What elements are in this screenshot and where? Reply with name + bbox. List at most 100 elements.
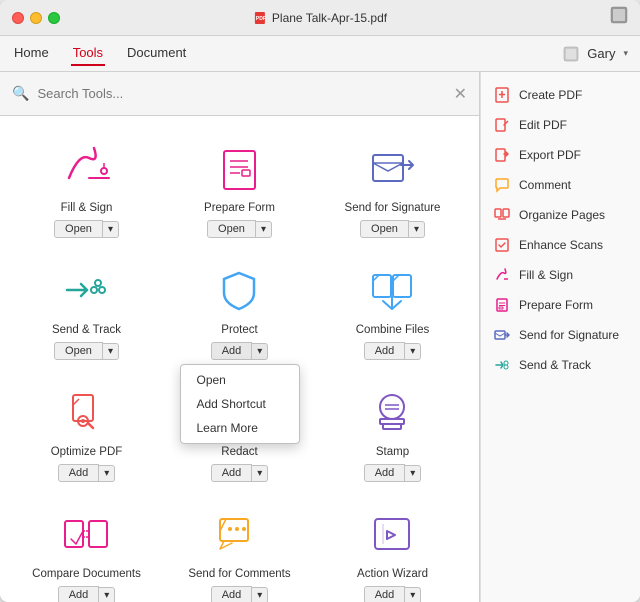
optimize-pdf-icon — [57, 382, 117, 442]
minimize-button[interactable] — [30, 12, 42, 24]
enhance-scans-label: Enhance Scans — [519, 238, 603, 252]
menu-home[interactable]: Home — [12, 41, 51, 66]
action-wizard-icon — [363, 504, 423, 564]
optimize-pdf-label: Optimize PDF — [51, 446, 123, 458]
sidebar-item-create-pdf[interactable]: Create PDF — [481, 80, 640, 110]
user-account-icon — [563, 46, 579, 62]
sidebar-item-prepare-form[interactable]: Prepare Form — [481, 290, 640, 320]
protect-dropdown-menu: Open Add Shortcut Learn More — [180, 364, 300, 444]
prepare-form-sidebar-label: Prepare Form — [519, 298, 593, 312]
redact-add-btn[interactable]: Add — [211, 464, 253, 482]
create-pdf-icon — [493, 86, 511, 104]
edit-pdf-icon — [493, 116, 511, 134]
svg-text:PDF: PDF — [256, 16, 266, 22]
send-signature-label: Send for Signature — [345, 202, 441, 214]
send-track-btn-wrap: Open ▾ — [54, 342, 119, 360]
maximize-button[interactable] — [48, 12, 60, 24]
action-wizard-add-btn[interactable]: Add — [364, 586, 406, 602]
prepare-form-btn-wrap: Open ▾ — [207, 220, 272, 238]
combine-files-label: Combine Files — [356, 324, 430, 336]
prepare-form-open-btn[interactable]: Open — [207, 220, 256, 238]
stamp-dropdown-btn[interactable]: ▾ — [405, 465, 421, 482]
tool-cell-send-comments: Send for Comments Add ▾ — [163, 492, 316, 602]
send-track-icon — [57, 260, 117, 320]
protect-dropdown-btn[interactable]: ▾ — [252, 343, 268, 360]
send-signature-sidebar-label: Send for Signature — [519, 328, 619, 342]
export-pdf-icon — [493, 146, 511, 164]
sidebar-item-organize-pages[interactable]: Organize Pages — [481, 200, 640, 230]
titlebar: PDF Plane Talk-Apr-15.pdf — [0, 0, 640, 36]
tool-cell-stamp: Stamp Add ▾ — [316, 370, 469, 492]
send-comments-add-btn[interactable]: Add — [211, 586, 253, 602]
menu-document[interactable]: Document — [125, 41, 188, 66]
prepare-form-sidebar-icon — [493, 296, 511, 314]
send-track-dropdown-btn[interactable]: ▾ — [103, 343, 119, 360]
close-button[interactable] — [12, 12, 24, 24]
send-signature-dropdown-btn[interactable]: ▾ — [409, 221, 425, 238]
sidebar-item-fill-sign[interactable]: Fill & Sign — [481, 260, 640, 290]
fill-sign-sidebar-label: Fill & Sign — [519, 268, 573, 282]
action-wizard-label: Action Wizard — [357, 568, 428, 580]
sidebar-item-enhance-scans[interactable]: Enhance Scans — [481, 230, 640, 260]
tool-cell-send-signature: Send for Signature Open ▾ — [316, 126, 469, 248]
fill-sign-label: Fill & Sign — [61, 202, 113, 214]
sidebar-item-send-signature[interactable]: Send for Signature — [481, 320, 640, 350]
menu-tools[interactable]: Tools — [71, 41, 105, 66]
sidebar-item-export-pdf[interactable]: Export PDF — [481, 140, 640, 170]
enhance-scans-icon — [493, 236, 511, 254]
prepare-form-dropdown-btn[interactable]: ▾ — [256, 221, 272, 238]
send-track-sidebar-icon — [493, 356, 511, 374]
user-dropdown-arrow[interactable]: ▾ — [623, 48, 628, 59]
window-title: PDF Plane Talk-Apr-15.pdf — [253, 11, 387, 25]
fill-sign-open-btn[interactable]: Open — [54, 220, 103, 238]
send-track-open-btn[interactable]: Open — [54, 342, 103, 360]
dropdown-open[interactable]: Open — [181, 368, 299, 392]
combine-files-dropdown-btn[interactable]: ▾ — [405, 343, 421, 360]
optimize-pdf-dropdown-btn[interactable]: ▾ — [99, 465, 115, 482]
stamp-add-btn[interactable]: Add — [364, 464, 406, 482]
stamp-btn-wrap: Add ▾ — [364, 464, 422, 482]
optimize-pdf-btn-wrap: Add ▾ — [58, 464, 116, 482]
compare-docs-icon — [57, 504, 117, 564]
dropdown-add-shortcut[interactable]: Add Shortcut — [181, 392, 299, 416]
send-comments-dropdown-btn[interactable]: ▾ — [252, 587, 268, 602]
optimize-pdf-add-btn[interactable]: Add — [58, 464, 100, 482]
fill-sign-icon — [57, 138, 117, 198]
fill-sign-sidebar-icon — [493, 266, 511, 284]
compare-docs-label: Compare Documents — [32, 568, 141, 580]
redact-dropdown-btn[interactable]: ▾ — [252, 465, 268, 482]
protect-btn-wrap: Add ▾ — [211, 342, 269, 360]
combine-files-add-btn[interactable]: Add — [364, 342, 406, 360]
left-panel: 🔍 ✕ — [0, 72, 480, 602]
tool-cell-optimize-pdf: Optimize PDF Add ▾ — [10, 370, 163, 492]
protect-label: Protect — [221, 324, 257, 336]
compare-docs-dropdown-btn[interactable]: ▾ — [99, 587, 115, 602]
menu-right: Gary ▾ — [563, 46, 628, 62]
search-clear-button[interactable]: ✕ — [454, 84, 467, 104]
organize-pages-label: Organize Pages — [519, 208, 605, 222]
search-input[interactable] — [37, 86, 445, 101]
combine-files-icon — [363, 260, 423, 320]
fill-sign-btn-wrap: Open ▾ — [54, 220, 119, 238]
main-layout: 🔍 ✕ — [0, 72, 640, 602]
protect-add-btn[interactable]: Add — [211, 342, 253, 360]
sidebar-item-edit-pdf[interactable]: Edit PDF — [481, 110, 640, 140]
fill-sign-dropdown-btn[interactable]: ▾ — [103, 221, 119, 238]
send-signature-open-btn[interactable]: Open — [360, 220, 409, 238]
dropdown-learn-more[interactable]: Learn More — [181, 416, 299, 440]
sidebar-item-send-track[interactable]: Send & Track — [481, 350, 640, 380]
send-signature-icon — [363, 138, 423, 198]
menu-items: Home Tools Document — [12, 41, 188, 66]
prepare-form-icon — [210, 138, 270, 198]
tool-cell-prepare-form: Prepare Form Open ▾ — [163, 126, 316, 248]
protect-icon — [210, 260, 270, 320]
export-pdf-label: Export PDF — [519, 148, 581, 162]
search-icon: 🔍 — [12, 85, 29, 102]
action-wizard-dropdown-btn[interactable]: ▾ — [405, 587, 421, 602]
search-bar: 🔍 ✕ — [0, 72, 479, 116]
sidebar-item-comment[interactable]: Comment — [481, 170, 640, 200]
tool-cell-combine-files: Combine Files Add ▾ — [316, 248, 469, 370]
comment-icon — [493, 176, 511, 194]
menubar: Home Tools Document Gary ▾ — [0, 36, 640, 72]
compare-docs-add-btn[interactable]: Add — [58, 586, 100, 602]
